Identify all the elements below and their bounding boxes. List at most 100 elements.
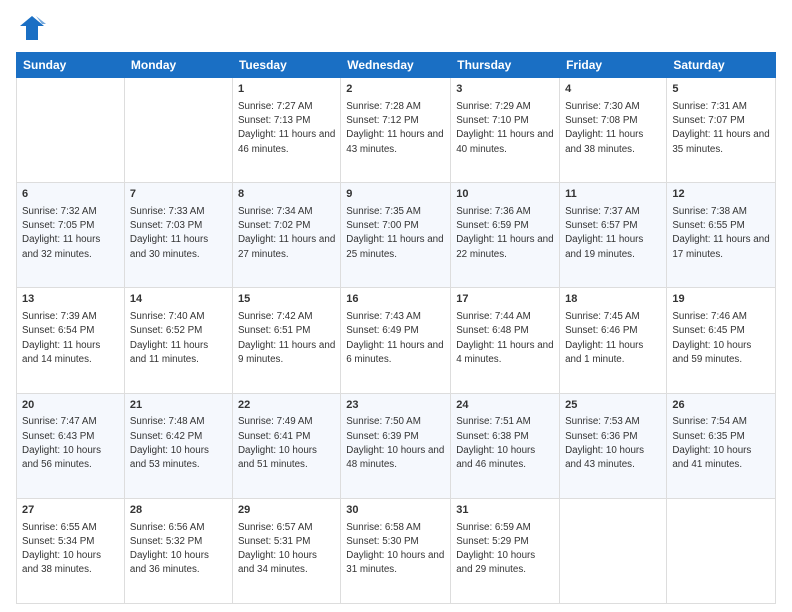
day-info: Sunrise: 6:56 AM Sunset: 5:32 PM Dayligh… [130,522,209,576]
day-number: 12 [672,187,770,202]
weekday-header-sunday: Sunday [17,53,125,78]
weekday-header-saturday: Saturday [667,53,776,78]
calendar-cell: 21 Sunrise: 7:48 AM Sunset: 6:42 PM Dayli… [124,393,232,498]
weekday-header-row: SundayMondayTuesdayWednesdayThursdayFrid… [17,53,776,78]
calendar-cell: 25 Sunrise: 7:53 AM Sunset: 6:36 PM Dayli… [560,393,667,498]
day-info: Sunrise: 7:47 AM Sunset: 6:43 PM Dayligh… [22,416,101,470]
day-number: 22 [238,398,335,413]
day-number: 21 [130,398,227,413]
day-number: 10 [456,187,554,202]
day-number: 24 [456,398,554,413]
calendar-cell: 29 Sunrise: 6:57 AM Sunset: 5:31 PM Dayli… [232,498,340,603]
page: SundayMondayTuesdayWednesdayThursdayFrid… [0,0,792,612]
day-info: Sunrise: 7:42 AM Sunset: 6:51 PM Dayligh… [238,311,335,365]
calendar-cell: 24 Sunrise: 7:51 AM Sunset: 6:38 PM Dayli… [451,393,560,498]
day-info: Sunrise: 7:43 AM Sunset: 6:49 PM Dayligh… [346,311,443,365]
day-info: Sunrise: 7:35 AM Sunset: 7:00 PM Dayligh… [346,206,443,260]
day-info: Sunrise: 7:45 AM Sunset: 6:46 PM Dayligh… [565,311,643,365]
day-info: Sunrise: 6:55 AM Sunset: 5:34 PM Dayligh… [22,522,101,576]
day-number: 30 [346,503,445,518]
header [16,12,776,44]
day-number: 17 [456,292,554,307]
day-info: Sunrise: 7:29 AM Sunset: 7:10 PM Dayligh… [456,101,553,155]
logo-icon [16,12,48,44]
calendar-cell: 23Sunrise: 7:50 AM Sunset: 6:39 PM Dayli… [341,393,451,498]
day-info: Sunrise: 6:57 AM Sunset: 5:31 PM Dayligh… [238,522,317,576]
week-row-1: 1Sunrise: 7:27 AM Sunset: 7:13 PM Daylig… [17,78,776,183]
calendar-table: SundayMondayTuesdayWednesdayThursdayFrid… [16,52,776,604]
day-number: 8 [238,187,335,202]
day-info: Sunrise: 7:33 AM Sunset: 7:03 PM Dayligh… [130,206,208,260]
calendar-cell: 18 Sunrise: 7:45 AM Sunset: 6:46 PM Dayli… [560,288,667,393]
day-info: Sunrise: 7:36 AM Sunset: 6:59 PM Dayligh… [456,206,553,260]
day-info: Sunrise: 7:46 AM Sunset: 6:45 PM Dayligh… [672,311,751,365]
day-info: Sunrise: 7:53 AM Sunset: 6:36 PM Dayligh… [565,416,644,470]
day-number: 18 [565,292,661,307]
day-number: 7 [130,187,227,202]
day-number: 20 [22,398,119,413]
calendar-cell: 26 Sunrise: 7:54 AM Sunset: 6:35 PM Dayli… [667,393,776,498]
calendar-cell: 7 Sunrise: 7:33 AM Sunset: 7:03 PM Daylig… [124,183,232,288]
week-row-3: 13 Sunrise: 7:39 AM Sunset: 6:54 PM Dayli… [17,288,776,393]
calendar-cell: 17 Sunrise: 7:44 AM Sunset: 6:48 PM Dayli… [451,288,560,393]
day-number: 16 [346,292,445,307]
weekday-header-wednesday: Wednesday [341,53,451,78]
day-info: Sunrise: 7:34 AM Sunset: 7:02 PM Dayligh… [238,206,335,260]
calendar-cell: 9 Sunrise: 7:35 AM Sunset: 7:00 PM Daylig… [341,183,451,288]
day-number: 3 [456,82,554,97]
calendar-cell: 16 Sunrise: 7:43 AM Sunset: 6:49 PM Dayli… [341,288,451,393]
weekday-header-friday: Friday [560,53,667,78]
calendar-cell: 28 Sunrise: 6:56 AM Sunset: 5:32 PM Dayli… [124,498,232,603]
weekday-header-thursday: Thursday [451,53,560,78]
day-info: Sunrise: 6:59 AM Sunset: 5:29 PM Dayligh… [456,522,535,576]
day-info: Sunrise: 7:37 AM Sunset: 6:57 PM Dayligh… [565,206,643,260]
calendar-cell: 3 Sunrise: 7:29 AM Sunset: 7:10 PM Daylig… [451,78,560,183]
day-number: 9 [346,187,445,202]
day-info: Sunrise: 7:44 AM Sunset: 6:48 PM Dayligh… [456,311,553,365]
day-info: Sunrise: 7:39 AM Sunset: 6:54 PM Dayligh… [22,311,100,365]
calendar-cell: 20 Sunrise: 7:47 AM Sunset: 6:43 PM Dayli… [17,393,125,498]
day-info: Sunrise: 7:30 AM Sunset: 7:08 PM Dayligh… [565,101,643,155]
week-row-4: 20 Sunrise: 7:47 AM Sunset: 6:43 PM Dayli… [17,393,776,498]
day-info: Sunrise: 7:51 AM Sunset: 6:38 PM Dayligh… [456,416,535,470]
day-number: 13 [22,292,119,307]
day-info: Sunrise: 7:49 AM Sunset: 6:41 PM Dayligh… [238,416,317,470]
day-number: 14 [130,292,227,307]
calendar-cell: 22 Sunrise: 7:49 AM Sunset: 6:41 PM Dayli… [232,393,340,498]
calendar-body: 1Sunrise: 7:27 AM Sunset: 7:13 PM Daylig… [17,78,776,604]
weekday-header-monday: Monday [124,53,232,78]
calendar-cell: 4 Sunrise: 7:30 AM Sunset: 7:08 PM Daylig… [560,78,667,183]
calendar-cell: 11 Sunrise: 7:37 AM Sunset: 6:57 PM Dayli… [560,183,667,288]
calendar-header: SundayMondayTuesdayWednesdayThursdayFrid… [17,53,776,78]
day-info: Sunrise: 7:38 AM Sunset: 6:55 PM Dayligh… [672,206,769,260]
calendar-cell: 6Sunrise: 7:32 AM Sunset: 7:05 PM Daylig… [17,183,125,288]
calendar-cell: 12 Sunrise: 7:38 AM Sunset: 6:55 PM Dayli… [667,183,776,288]
logo [16,12,52,44]
calendar-cell: 19 Sunrise: 7:46 AM Sunset: 6:45 PM Dayli… [667,288,776,393]
day-info: Sunrise: 7:27 AM Sunset: 7:13 PM Dayligh… [238,101,335,155]
calendar-cell: 14 Sunrise: 7:40 AM Sunset: 6:52 PM Dayli… [124,288,232,393]
day-number: 29 [238,503,335,518]
day-info: Sunrise: 7:28 AM Sunset: 7:12 PM Dayligh… [346,101,443,155]
day-number: 27 [22,503,119,518]
day-number: 26 [672,398,770,413]
calendar-cell [667,498,776,603]
calendar-cell [560,498,667,603]
day-number: 19 [672,292,770,307]
day-number: 4 [565,82,661,97]
day-info: Sunrise: 7:54 AM Sunset: 6:35 PM Dayligh… [672,416,751,470]
day-number: 11 [565,187,661,202]
day-info: Sunrise: 7:40 AM Sunset: 6:52 PM Dayligh… [130,311,208,365]
day-number: 6 [22,187,119,202]
day-number: 5 [672,82,770,97]
day-info: Sunrise: 7:48 AM Sunset: 6:42 PM Dayligh… [130,416,209,470]
calendar-cell: 30 Sunrise: 6:58 AM Sunset: 5:30 PM Dayli… [341,498,451,603]
day-number: 25 [565,398,661,413]
day-number: 23 [346,398,445,413]
day-number: 2 [346,82,445,97]
day-info: Sunrise: 6:58 AM Sunset: 5:30 PM Dayligh… [346,522,444,576]
calendar-cell [17,78,125,183]
day-number: 28 [130,503,227,518]
week-row-5: 27 Sunrise: 6:55 AM Sunset: 5:34 PM Dayli… [17,498,776,603]
week-row-2: 6Sunrise: 7:32 AM Sunset: 7:05 PM Daylig… [17,183,776,288]
